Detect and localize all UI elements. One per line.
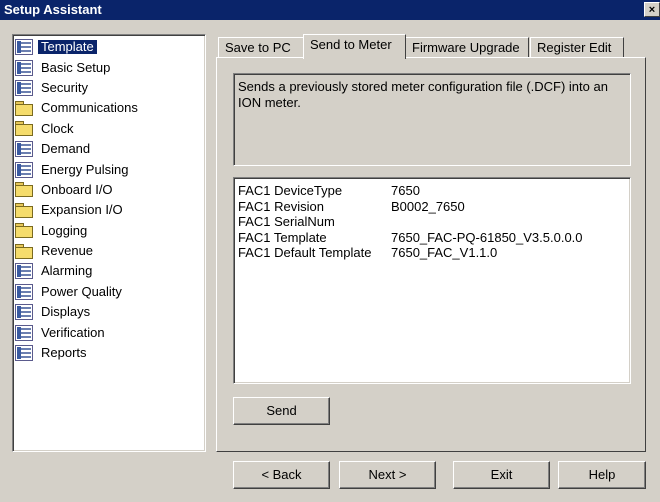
- sidebar-item-label: Energy Pulsing: [41, 161, 129, 177]
- sidebar-item-label: Revenue: [41, 243, 94, 259]
- sidebar-item-communications[interactable]: Communications: [15, 98, 205, 118]
- sidebar-item-label: Security: [41, 79, 88, 95]
- info-row: FAC1 Template 7650_FAC-PQ-61850_V3.5.0.0.…: [238, 230, 626, 246]
- sidebar-item-label: Communications: [41, 100, 138, 116]
- tab-send-to-meter[interactable]: Send to Meter: [303, 34, 406, 59]
- document-icon: [15, 39, 33, 56]
- info-value: 7650_FAC-PQ-61850_V3.5.0.0.0: [391, 229, 583, 245]
- info-value: B0002_7650: [391, 198, 465, 214]
- document-icon: [15, 59, 33, 76]
- sidebar-item-power-quality[interactable]: Power Quality: [15, 282, 205, 302]
- tab-save-to-pc[interactable]: Save to PC: [218, 37, 304, 58]
- close-button[interactable]: ×: [644, 2, 660, 17]
- tab-label: Send to Meter: [310, 37, 392, 52]
- sidebar-item-reports[interactable]: Reports: [15, 343, 205, 363]
- sidebar-item-label: Demand: [41, 141, 91, 157]
- document-icon: [15, 263, 33, 280]
- meter-info-box[interactable]: FAC1 DeviceType 7650 FAC1 Revision B0002_7…: [233, 177, 631, 384]
- info-key: FAC1 SerialNum: [238, 214, 335, 229]
- sidebar-item-basic-setup[interactable]: Basic Setup: [15, 57, 205, 77]
- sidebar-item-label: Reports: [41, 345, 87, 361]
- info-value: 7650: [391, 183, 420, 198]
- info-row: FAC1 Revision B0002_7650: [238, 199, 626, 215]
- sidebar-item-revenue[interactable]: Revenue: [15, 241, 205, 261]
- help-button[interactable]: Help: [558, 461, 646, 489]
- info-key: FAC1 DeviceType: [238, 183, 343, 198]
- sidebar-item-label: Basic Setup: [41, 59, 111, 75]
- sidebar-item-label: Expansion I/O: [41, 202, 123, 218]
- sidebar-item-energy-pulsing[interactable]: Energy Pulsing: [15, 159, 205, 179]
- document-icon: [15, 79, 33, 96]
- sidebar-item-clock[interactable]: Clock: [15, 119, 205, 139]
- tab-label: Firmware Upgrade: [412, 40, 520, 55]
- tab-firmware-upgrade[interactable]: Firmware Upgrade: [405, 37, 529, 58]
- sidebar-item-demand[interactable]: Demand: [15, 139, 205, 159]
- sidebar-item-label: Alarming: [41, 263, 93, 279]
- folder-icon: [15, 100, 33, 116]
- document-icon: [15, 324, 33, 341]
- info-key: FAC1 Template: [238, 229, 327, 245]
- sidebar-item-label: Verification: [41, 324, 105, 340]
- sidebar-item-security[interactable]: Security: [15, 78, 205, 98]
- folder-icon: [15, 121, 33, 137]
- document-icon: [15, 345, 33, 362]
- info-key: FAC1 Revision: [238, 198, 324, 214]
- sidebar-item-label: Clock: [41, 120, 74, 136]
- document-icon: [15, 161, 33, 178]
- setup-tree: Template Basic Setup Security Communication…: [12, 34, 206, 452]
- exit-button[interactable]: Exit: [453, 461, 550, 489]
- info-row: FAC1 SerialNum: [238, 214, 626, 230]
- sidebar-item-label: Power Quality: [41, 283, 122, 299]
- folder-icon: [15, 243, 33, 259]
- sidebar-item-verification[interactable]: Verification: [15, 322, 205, 342]
- info-key: FAC1 Default Template: [238, 245, 372, 260]
- sidebar-item-label: Template: [38, 40, 97, 55]
- next-button[interactable]: Next >: [339, 461, 436, 489]
- sidebar-item-label: Onboard I/O: [41, 181, 113, 197]
- sidebar-item-template[interactable]: Template: [15, 37, 205, 57]
- tab-label: Save to PC: [225, 40, 291, 55]
- send-button[interactable]: Send: [233, 397, 330, 425]
- document-icon: [15, 304, 33, 321]
- description-box: Sends a previously stored meter configur…: [233, 73, 631, 166]
- sidebar-item-onboard-i-o[interactable]: Onboard I/O: [15, 180, 205, 200]
- folder-icon: [15, 182, 33, 198]
- document-icon: [15, 283, 33, 300]
- folder-icon: [15, 223, 33, 239]
- sidebar-item-displays[interactable]: Displays: [15, 302, 205, 322]
- folder-icon: [15, 202, 33, 218]
- back-button[interactable]: < Back: [233, 461, 330, 489]
- info-row: FAC1 Default Template 7650_FAC_V1.1.0: [238, 245, 626, 261]
- document-icon: [15, 141, 33, 158]
- window-title: Setup Assistant: [4, 2, 102, 17]
- info-row: FAC1 DeviceType 7650: [238, 183, 626, 199]
- sidebar-item-label: Logging: [41, 222, 88, 238]
- sidebar-item-label: Displays: [41, 304, 91, 320]
- tab-label: Register Edit: [537, 40, 612, 55]
- tab-register-edit[interactable]: Register Edit: [530, 37, 624, 58]
- title-bar: Setup Assistant ×: [0, 0, 660, 20]
- sidebar-item-expansion-i-o[interactable]: Expansion I/O: [15, 200, 205, 220]
- sidebar-item-logging[interactable]: Logging: [15, 221, 205, 241]
- info-value: 7650_FAC_V1.1.0: [391, 245, 498, 260]
- sidebar-item-alarming[interactable]: Alarming: [15, 261, 205, 281]
